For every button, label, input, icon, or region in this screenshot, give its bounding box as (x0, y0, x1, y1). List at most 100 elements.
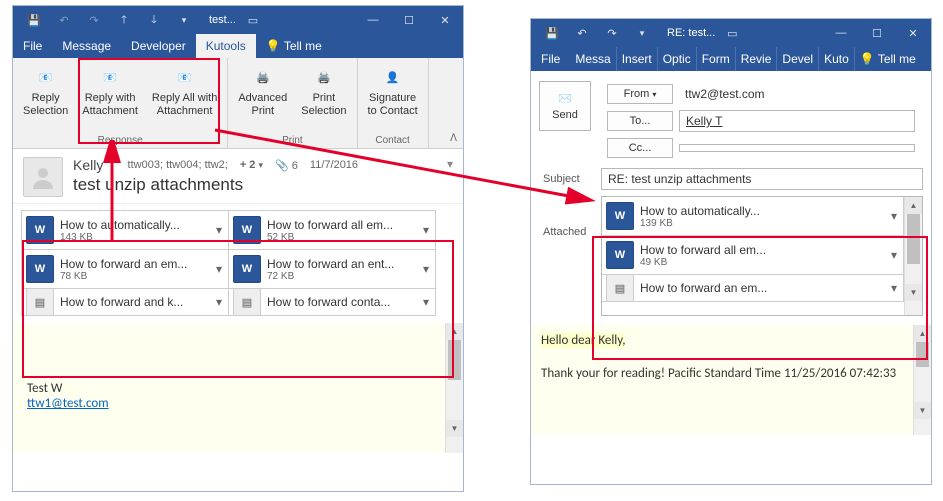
collapse-ribbon-icon[interactable]: ᐱ (450, 133, 457, 144)
undo-icon[interactable]: ↶ (569, 22, 595, 44)
signature-email[interactable]: ttw1@test.com (27, 396, 109, 411)
more-recipients[interactable]: + 2 ▾ (240, 159, 263, 171)
tab-options[interactable]: Optic (658, 47, 697, 71)
attachment-item[interactable]: ▤ How to forward conta...▾ (228, 288, 436, 316)
advanced-print-button[interactable]: 🖨️Advanced Print (232, 62, 293, 120)
contact-icon: 👤 (377, 64, 409, 92)
attachment-item[interactable]: WHow to forward all em...52 KB▾ (228, 210, 436, 250)
attachment-dropdown-icon[interactable]: ▾ (421, 262, 431, 276)
attachment-dropdown-icon[interactable]: ▾ (421, 223, 431, 237)
subject-field[interactable]: RE: test unzip attachments (601, 168, 923, 190)
tell-me[interactable]: 💡 Tell me (855, 47, 921, 71)
minimize-button[interactable]: — (355, 6, 391, 34)
tab-developer[interactable]: Developer (121, 34, 196, 58)
attachments-grid: WHow to automatically...143 KB▾WHow to f… (13, 204, 463, 323)
attachment-dropdown-icon[interactable]: ▾ (214, 262, 224, 276)
window-title: test... (209, 14, 236, 26)
view-icon[interactable]: ▭ (240, 9, 266, 31)
tab-kutools[interactable]: Kuto (819, 47, 855, 71)
signature-to-contact-button[interactable]: 👤Signature to Contact (362, 62, 424, 120)
attachment-name: How to forward conta... (267, 295, 421, 309)
reply-with-attachment-button[interactable]: 📧Reply with Attachment (76, 62, 144, 120)
print-selection-button[interactable]: 🖨️Print Selection (295, 62, 352, 120)
scrollbar[interactable]: ▲ ▼ (913, 325, 931, 435)
scrollbar[interactable]: ▲ ▼ (904, 197, 922, 315)
attachment-size: 78 KB (60, 271, 214, 282)
attachment-dropdown-icon[interactable]: ▾ (421, 295, 431, 309)
next-icon[interactable]: 🡓 (141, 9, 167, 31)
body-line: Thank your for reading! Pacific Standard… (541, 366, 907, 381)
save-icon[interactable]: 💾 (21, 9, 47, 31)
attachment-item[interactable]: WHow to automatically...139 KB▾ (601, 196, 904, 236)
printer-icon: 🖨️ (308, 64, 340, 92)
from-field[interactable]: ttw2@test.com (679, 84, 915, 104)
send-button[interactable]: ✉️ Send (539, 81, 591, 131)
attachment-dropdown-icon[interactable]: ▾ (214, 223, 224, 237)
attachment-item[interactable]: ▤How to forward an em...▾ (601, 274, 904, 302)
to-field[interactable]: Kelly T (679, 110, 915, 132)
word-doc-icon: ▤ (233, 288, 261, 316)
attachment-dropdown-icon[interactable]: ▾ (889, 248, 899, 262)
scroll-down-icon[interactable]: ▼ (914, 402, 931, 419)
attachment-name: How to forward all em... (267, 218, 421, 232)
scroll-up-icon[interactable]: ▲ (446, 323, 463, 340)
compose-body[interactable]: Hello dear Kelly, Thank your for reading… (531, 325, 931, 435)
tab-format[interactable]: Form (697, 47, 736, 71)
attachment-item[interactable]: WHow to forward all em...49 KB▾ (601, 235, 904, 275)
tab-insert[interactable]: Insert (617, 47, 658, 71)
attachment-dropdown-icon[interactable]: ▾ (889, 209, 899, 223)
minimize-button[interactable]: — (823, 19, 859, 47)
attachment-item[interactable]: WHow to forward an ent...72 KB▾ (228, 249, 436, 289)
scrollbar[interactable]: ▲ ▼ (445, 323, 463, 453)
ribbon-tabs: File Message Developer Kutools 💡 Tell me (13, 34, 463, 58)
recipients: ttw003; ttw004; ttw2; (128, 159, 228, 171)
scroll-down-icon[interactable]: ▼ (905, 284, 922, 301)
tab-file[interactable]: File (13, 34, 52, 58)
cc-field[interactable] (679, 144, 915, 152)
from-button[interactable]: From ▾ (607, 84, 673, 104)
envelope-attach-all-icon: 📧 (169, 64, 201, 92)
maximize-button[interactable]: ☐ (391, 6, 427, 34)
maximize-button[interactable]: ☐ (859, 19, 895, 47)
tab-developer[interactable]: Devel (777, 47, 819, 71)
tell-me[interactable]: 💡 Tell me (256, 34, 332, 58)
attachment-item[interactable]: ▤How to forward and k...▾ (21, 288, 229, 316)
attachment-name: How to forward an em... (60, 257, 214, 271)
word-doc-icon: W (26, 216, 54, 244)
qat-more-icon[interactable]: ▾ (629, 22, 655, 44)
header-expand-icon[interactable]: ▾ (447, 157, 453, 197)
prev-icon[interactable]: 🡑 (111, 9, 137, 31)
printer-icon: 🖨️ (247, 64, 279, 92)
attachment-item[interactable]: WHow to forward an em...78 KB▾ (21, 249, 229, 289)
scroll-up-icon[interactable]: ▲ (914, 325, 931, 342)
attachment-dropdown-icon[interactable]: ▾ (214, 295, 224, 309)
titlebar: 💾 ↶ ↷ ▾ RE: test... ▭ — ☐ ✕ (531, 19, 931, 47)
cc-button[interactable]: Cc... (607, 138, 673, 158)
message-window: 💾 ↶ ↷ 🡑 🡓 ▾ test... ▭ — ☐ ✕ File Message… (12, 5, 464, 492)
tab-kutools[interactable]: Kutools (196, 34, 256, 58)
attachment-item[interactable]: WHow to automatically...143 KB▾ (21, 210, 229, 250)
reply-selection-button[interactable]: 📧Reply Selection (17, 62, 74, 120)
reply-all-with-attachment-button[interactable]: 📧Reply All with Attachment (146, 62, 223, 120)
attachment-name: How to forward an em... (640, 281, 889, 295)
tab-message[interactable]: Messa (570, 47, 616, 71)
tab-file[interactable]: File (531, 47, 570, 71)
close-button[interactable]: ✕ (427, 6, 463, 34)
scroll-down-icon[interactable]: ▼ (446, 420, 463, 437)
scroll-up-icon[interactable]: ▲ (905, 197, 922, 214)
to-button[interactable]: To... (607, 111, 673, 131)
tab-review[interactable]: Revie (736, 47, 778, 71)
tab-message[interactable]: Message (52, 34, 121, 58)
redo-icon[interactable]: ↷ (599, 22, 625, 44)
undo-icon[interactable]: ↶ (51, 9, 77, 31)
close-button[interactable]: ✕ (895, 19, 931, 47)
attachment-count: 📎 6 (275, 159, 298, 172)
redo-icon[interactable]: ↷ (81, 9, 107, 31)
attachment-size: 52 KB (267, 232, 421, 243)
qat-more-icon[interactable]: ▾ (171, 9, 197, 31)
attachment-dropdown-icon[interactable]: ▾ (889, 281, 899, 295)
view-icon[interactable]: ▭ (719, 22, 745, 44)
message-body[interactable]: Test W ttw1@test.com (13, 323, 463, 453)
save-icon[interactable]: 💾 (539, 22, 565, 44)
ribbon-tabs: File Messa Insert Optic Form Revie Devel… (531, 47, 931, 71)
